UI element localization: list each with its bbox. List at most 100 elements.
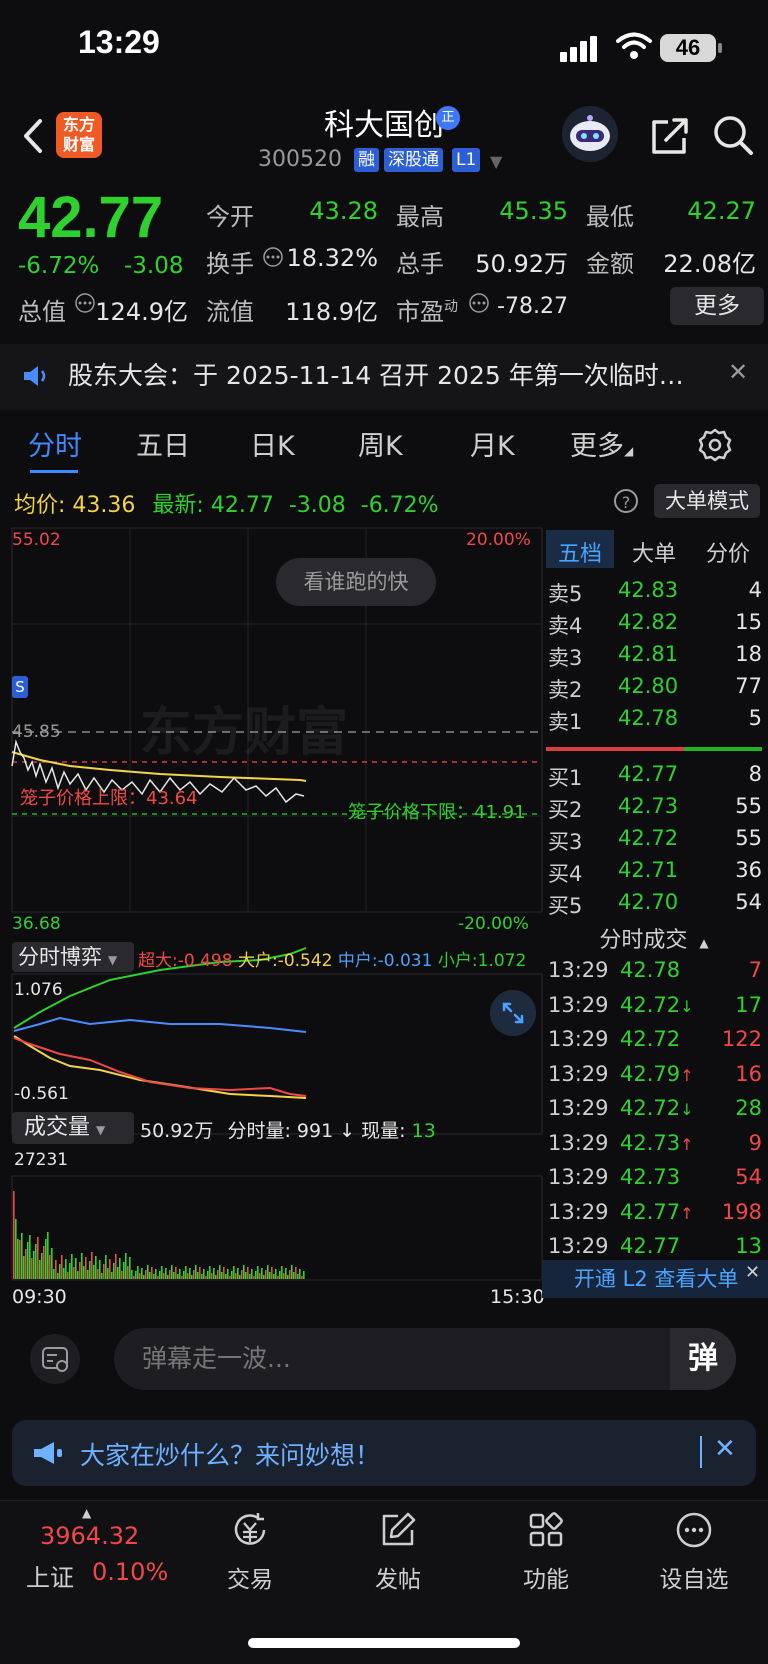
- robot-assistant-icon[interactable]: [562, 106, 618, 162]
- bid-volume: 8: [748, 762, 762, 786]
- tab-intraday[interactable]: 分时: [28, 424, 82, 463]
- trade-row[interactable]: 13:29 42.73 54: [548, 1165, 762, 1199]
- search-icon[interactable]: [712, 114, 754, 156]
- index-caret-icon[interactable]: ▲: [82, 1506, 91, 1520]
- bobi-indicator-button[interactable]: 分时博弈 ▼: [12, 942, 134, 972]
- nav-trade[interactable]: 交易: [200, 1510, 300, 1594]
- big-order-mode-button[interactable]: 大单模式: [654, 484, 760, 518]
- bid-row[interactable]: 买1 42.77 8: [546, 762, 762, 794]
- ask-volume: 77: [735, 674, 762, 698]
- ask-row[interactable]: 卖4 42.82 15: [546, 610, 762, 642]
- latest-label: 最新:: [152, 493, 204, 518]
- close-icon[interactable]: ✕: [745, 1262, 767, 1284]
- more-info-icon[interactable]: [262, 246, 284, 268]
- notice-text[interactable]: 股东大会：于 2025-11-14 召开 2025 年第一次临时…: [68, 356, 688, 392]
- expand-icon[interactable]: [490, 990, 536, 1036]
- bid-price: 42.73: [618, 794, 679, 818]
- volume-bar: [49, 1255, 51, 1279]
- bid-row[interactable]: 买2 42.73 55: [546, 794, 762, 826]
- ask-banner-text[interactable]: 大家在炒什么？来问妙想！: [80, 1436, 380, 1472]
- volume-bar: [99, 1260, 101, 1279]
- ask-row[interactable]: 卖3 42.81 18: [546, 642, 762, 674]
- volume-bar: [17, 1239, 19, 1279]
- volume-bar: [97, 1269, 99, 1279]
- ask-volume: 15: [735, 610, 762, 634]
- trade-row[interactable]: 13:29 42.77↑ 198: [548, 1200, 762, 1234]
- edit-icon: [382, 1512, 416, 1546]
- tab-weekly-k[interactable]: 周K: [358, 424, 403, 463]
- tab-big-orders[interactable]: 大单: [632, 536, 676, 568]
- bid-row[interactable]: 买3 42.72 55: [546, 826, 762, 858]
- share-icon[interactable]: [650, 116, 690, 156]
- trade-volume: 198: [721, 1199, 762, 1224]
- close-icon[interactable]: ✕: [714, 1434, 736, 1464]
- sh-index-name[interactable]: 上证: [26, 1558, 74, 1593]
- trade-row[interactable]: 13:29 42.73↑ 9: [548, 1131, 762, 1165]
- prev-close-label: 45.85: [12, 722, 61, 742]
- volume-bar: [33, 1251, 35, 1279]
- volume-bar: [55, 1260, 57, 1279]
- mid-investor-line: [13, 1016, 307, 1033]
- nav-functions[interactable]: 功能: [496, 1510, 596, 1594]
- volume-bar: [257, 1266, 259, 1279]
- ask-row[interactable]: 卖1 42.78 5: [546, 706, 762, 738]
- y-axis-bottom: 36.68: [12, 914, 61, 934]
- volume-bar: [113, 1263, 115, 1279]
- danmaku-send-button[interactable]: 弹: [670, 1328, 736, 1390]
- trade-row[interactable]: 13:29 42.72↓ 17: [548, 993, 762, 1027]
- nav-post[interactable]: 发帖: [348, 1510, 448, 1594]
- trades-title[interactable]: 分时成交 ▲: [546, 922, 762, 954]
- volume-bar: [111, 1272, 113, 1279]
- volume-indicator-button[interactable]: 成交量 ▼: [12, 1112, 134, 1144]
- more-button[interactable]: 更多: [670, 287, 764, 325]
- trade-row[interactable]: 13:29 42.78 7: [548, 958, 762, 992]
- bid-volume: 36: [735, 858, 762, 882]
- trade-row[interactable]: 13:29 42.79↑ 16: [548, 1062, 762, 1096]
- gear-icon[interactable]: [698, 428, 732, 462]
- tab-price-distribution[interactable]: 分价: [706, 536, 750, 568]
- bid-level: 买1: [548, 766, 583, 790]
- trade-row[interactable]: 13:29 42.72↓ 28: [548, 1096, 762, 1130]
- sell-marker[interactable]: S: [12, 676, 28, 698]
- tab-daily-k[interactable]: 日K: [250, 424, 295, 463]
- sh-index-value[interactable]: 3964.32: [40, 1522, 139, 1550]
- volume-bar: [301, 1276, 303, 1279]
- bid-row[interactable]: 买4 42.71 36: [546, 858, 762, 890]
- trade-time: 13:29: [548, 1096, 609, 1120]
- tab-five-levels[interactable]: 五档: [558, 536, 602, 568]
- sh-index-pct[interactable]: 0.10%: [92, 1558, 168, 1586]
- more-info-icon[interactable]: [468, 292, 490, 314]
- volume-bar: [145, 1270, 147, 1279]
- tag-level1[interactable]: L1: [452, 148, 481, 172]
- bid-row[interactable]: 买5 42.70 54: [546, 890, 762, 922]
- volume-bar: [175, 1267, 177, 1279]
- help-icon[interactable]: ?: [614, 489, 638, 513]
- intraday-chart[interactable]: [0, 526, 545, 1286]
- tab-more[interactable]: 更多◢: [570, 424, 633, 463]
- danmaku-settings-icon[interactable]: [30, 1334, 80, 1384]
- danmaku-bubble[interactable]: 看谁跑的快: [276, 558, 436, 606]
- volume-bar: [249, 1274, 251, 1279]
- ask-row[interactable]: 卖5 42.83 4: [546, 578, 762, 610]
- nav-post-label: 发帖: [375, 1567, 421, 1593]
- trade-price: 42.77: [620, 1234, 681, 1258]
- trade-row[interactable]: 13:29 42.72 122: [548, 1027, 762, 1061]
- tab-five-day[interactable]: 五日: [136, 424, 190, 463]
- trade-price: 42.79↑: [620, 1061, 694, 1086]
- tab-monthly-k[interactable]: 月K: [470, 424, 515, 463]
- volume-bar: [213, 1268, 215, 1279]
- ask-volume: 4: [748, 578, 762, 602]
- tag-shenzhen-connect[interactable]: 深股通: [384, 148, 443, 172]
- tag-margin[interactable]: 融: [354, 148, 379, 172]
- danmaku-input[interactable]: [114, 1328, 736, 1390]
- close-icon[interactable]: ✕: [728, 358, 748, 386]
- home-indicator[interactable]: [248, 1638, 520, 1648]
- trade-time: 13:29: [548, 992, 609, 1017]
- nav-watchlist[interactable]: 设自选: [644, 1510, 744, 1594]
- caret-down-icon[interactable]: ▼: [490, 152, 502, 171]
- volume-bar: [121, 1271, 123, 1279]
- ask-row[interactable]: 卖2 42.80 77: [546, 674, 762, 706]
- value-low: 42.27: [687, 197, 756, 225]
- verified-badge-icon: 正: [436, 106, 460, 130]
- open-l2-banner[interactable]: 开通 L2 查看大单: [542, 1260, 768, 1298]
